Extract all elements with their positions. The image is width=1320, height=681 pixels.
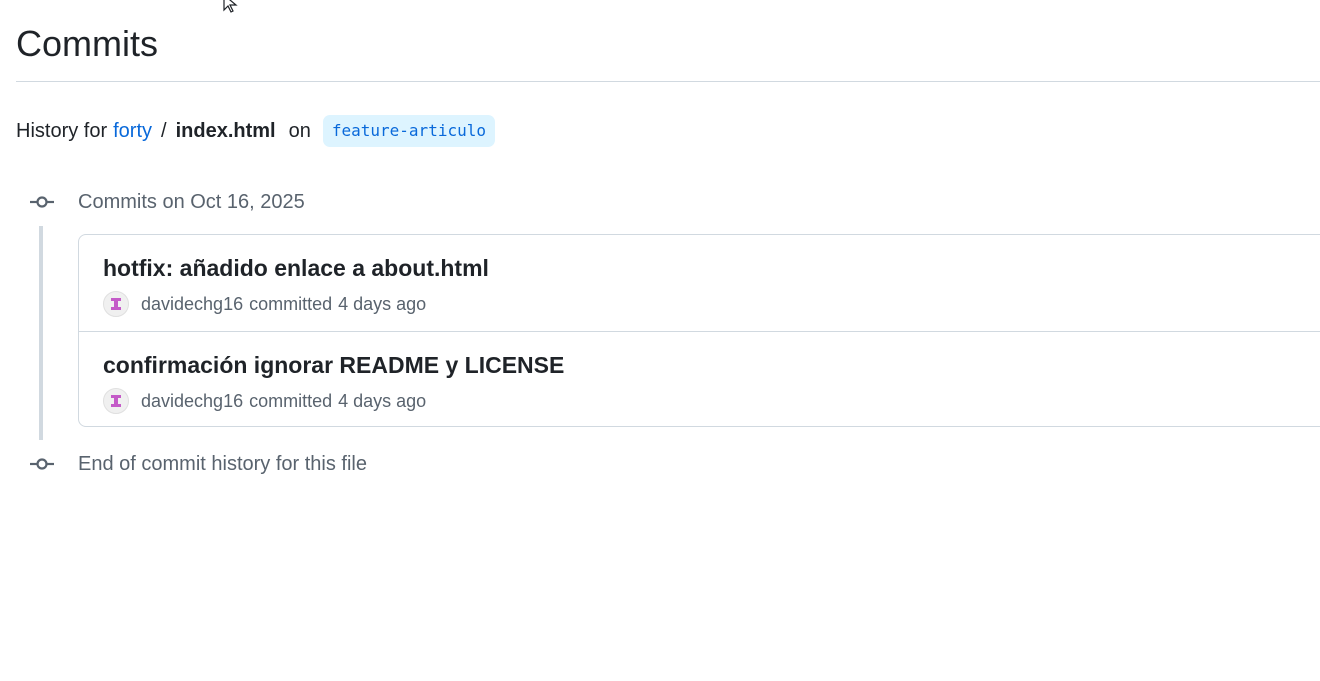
- history-prefix: History for: [16, 119, 108, 142]
- path-separator: /: [161, 119, 167, 142]
- git-commit-icon: [30, 458, 54, 470]
- page-title: Commits: [16, 23, 158, 64]
- avatar[interactable]: [103, 388, 129, 414]
- commit-author[interactable]: davidechg16: [141, 294, 243, 315]
- commit-row: confirmación ignorar README y LICENSE da…: [79, 331, 1320, 426]
- mouse-pointer-icon: [223, 0, 238, 13]
- repo-link[interactable]: forty: [113, 120, 152, 143]
- end-of-history-text: End of commit history for this file: [78, 453, 367, 475]
- history-breadcrumb: History for forty / index.html on featur…: [16, 114, 495, 148]
- commit-title-link[interactable]: hotfix: añadido enlace a about.html: [103, 253, 489, 283]
- commit-title-link[interactable]: confirmación ignorar README y LICENSE: [103, 350, 564, 380]
- commit-list: hotfix: añadido enlace a about.html davi…: [78, 234, 1320, 427]
- page-header: Commits: [16, 20, 1320, 82]
- commit-meta: davidechg16 committed 4 days ago: [103, 291, 426, 317]
- git-commit-icon: [30, 196, 54, 208]
- avatar[interactable]: [103, 291, 129, 317]
- commit-time: 4 days ago: [338, 293, 427, 314]
- on-text: on: [288, 119, 311, 142]
- file-name: index.html: [175, 119, 276, 142]
- commit-author[interactable]: davidechg16: [141, 391, 243, 412]
- commits-page: Commits History for forty / index.html o…: [0, 0, 1320, 681]
- commit-group-heading: Commits on Oct 16, 2025: [78, 191, 305, 213]
- branch-badge[interactable]: feature-articulo: [322, 115, 495, 147]
- commit-row: hotfix: añadido enlace a about.html davi…: [79, 235, 1320, 331]
- commit-action: committed: [249, 390, 333, 411]
- timeline-rail: [39, 226, 43, 440]
- commit-action: committed: [249, 293, 333, 314]
- commit-time: 4 days ago: [338, 390, 427, 411]
- commit-meta: davidechg16 committed 4 days ago: [103, 388, 426, 414]
- identicon-avatar-icon: [111, 298, 121, 310]
- identicon-avatar-icon: [111, 395, 121, 407]
